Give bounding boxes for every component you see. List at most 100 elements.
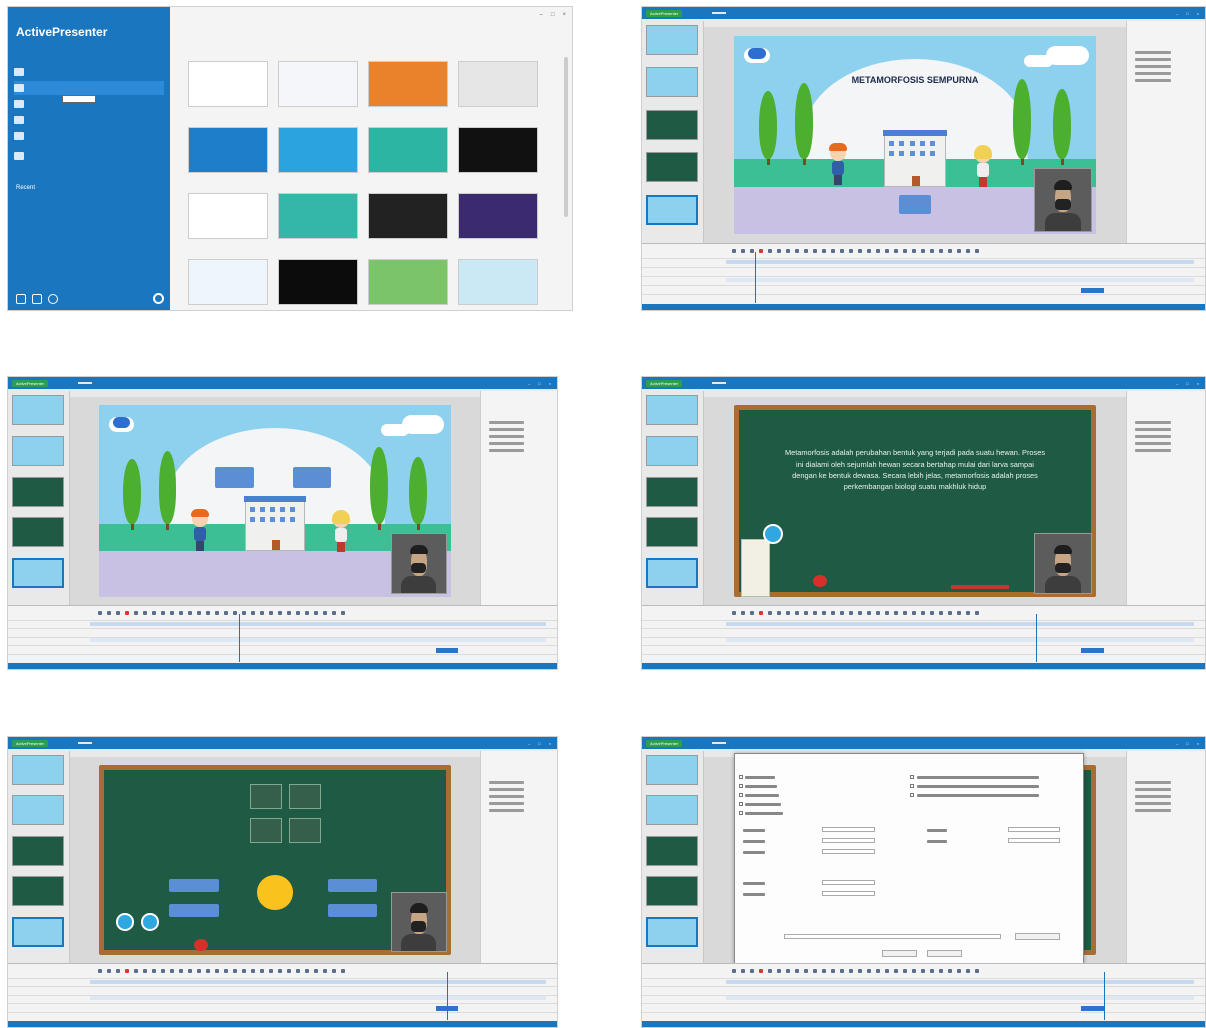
dialog-checkbox[interactable] <box>738 784 743 788</box>
ribbon-tab[interactable] <box>866 12 880 14</box>
property-item[interactable] <box>489 802 524 805</box>
dialog-select[interactable] <box>822 891 875 896</box>
timeline-tool-icon[interactable] <box>741 611 745 615</box>
timeline-tool-icon[interactable] <box>161 611 165 615</box>
dialog-checkbox[interactable] <box>738 775 743 779</box>
timeline-tool-icon[interactable] <box>314 969 318 973</box>
timeline-tool-icon[interactable] <box>777 611 781 615</box>
timeline-tool-icon[interactable] <box>822 969 826 973</box>
ribbon-tab[interactable] <box>144 742 158 744</box>
property-item[interactable] <box>489 421 524 424</box>
timeline-tool-icon[interactable] <box>206 969 210 973</box>
dialog-input[interactable] <box>1007 838 1061 843</box>
timeline-tool-icon[interactable] <box>885 249 889 253</box>
timeline-tool-icon[interactable] <box>849 249 853 253</box>
timeline-tool-icon[interactable] <box>921 611 925 615</box>
dialog-checkbox[interactable] <box>738 802 743 806</box>
slide-thumbnail[interactable] <box>12 916 64 947</box>
dialog-checkbox[interactable] <box>738 811 743 815</box>
timeline-tool-icon[interactable] <box>116 969 120 973</box>
timeline-tool-icon[interactable] <box>305 969 309 973</box>
ribbon-tab[interactable] <box>144 382 158 384</box>
timeline-tool-icon[interactable] <box>948 611 952 615</box>
ribbon-tab[interactable] <box>822 12 836 14</box>
timeline-tool-icon[interactable] <box>795 611 799 615</box>
property-item[interactable] <box>489 795 524 798</box>
timeline-tool-icon[interactable] <box>278 969 282 973</box>
template-card[interactable] <box>368 193 448 239</box>
property-item[interactable] <box>1135 802 1171 805</box>
timeline-tool-icon[interactable] <box>921 969 925 973</box>
timeline-tool-icon[interactable] <box>858 611 862 615</box>
ribbon-tab[interactable] <box>254 382 268 384</box>
template-card[interactable] <box>278 259 358 305</box>
menu-item-import-ppt[interactable] <box>14 129 164 143</box>
dialog-input[interactable] <box>822 849 875 854</box>
maximize-icon[interactable]: □ <box>551 12 555 18</box>
ribbon-tab[interactable] <box>800 742 814 744</box>
timeline-tool-icon[interactable] <box>215 969 219 973</box>
timeline-clip[interactable] <box>436 647 459 653</box>
timeline-tool-icon[interactable] <box>939 969 943 973</box>
timeline-tool-icon[interactable] <box>813 249 817 253</box>
maximize-icon[interactable]: □ <box>538 741 540 746</box>
answer-option-4[interactable] <box>327 903 378 917</box>
start-button[interactable] <box>898 194 931 215</box>
playhead[interactable] <box>238 614 240 662</box>
timeline-tool-icon[interactable] <box>777 249 781 253</box>
ribbon-tab[interactable] <box>712 12 727 14</box>
info-icon[interactable] <box>48 294 58 304</box>
timeline-tool-icon[interactable] <box>125 969 129 973</box>
timeline-tool-icon[interactable] <box>305 611 309 615</box>
ribbon-tab[interactable] <box>778 742 792 744</box>
ribbon-tab[interactable] <box>100 742 114 744</box>
property-item[interactable] <box>1135 79 1171 82</box>
slide-thumbnail[interactable] <box>646 25 698 55</box>
timeline-tool-icon[interactable] <box>903 611 907 615</box>
timeline-tool-icon[interactable] <box>188 969 192 973</box>
folder-icon[interactable] <box>16 294 26 304</box>
timeline-tool-icon[interactable] <box>867 969 871 973</box>
template-card[interactable] <box>458 127 538 173</box>
ribbon-tab[interactable] <box>734 742 748 744</box>
timeline-tool-icon[interactable] <box>233 611 237 615</box>
slide-thumbnail[interactable] <box>12 476 64 507</box>
property-item[interactable] <box>1135 449 1171 452</box>
property-item[interactable] <box>1135 442 1171 445</box>
ribbon-tab[interactable] <box>122 382 136 384</box>
timeline-tool-icon[interactable] <box>867 249 871 253</box>
share-icon[interactable] <box>32 294 42 304</box>
timeline-tool-icon[interactable] <box>930 611 934 615</box>
app-button[interactable]: ActivePresenter <box>646 9 683 17</box>
timeline-tool-icon[interactable] <box>912 969 916 973</box>
ribbon-tab[interactable] <box>56 382 70 384</box>
maximize-icon[interactable]: □ <box>1186 381 1188 386</box>
timeline-tool-icon[interactable] <box>750 969 754 973</box>
slide-thumbnail[interactable] <box>12 795 64 826</box>
ribbon-tab[interactable] <box>822 382 836 384</box>
dialog-checkbox[interactable] <box>909 784 914 788</box>
timeline-tool-icon[interactable] <box>867 611 871 615</box>
home-button-icon[interactable] <box>116 913 134 931</box>
playhead[interactable] <box>1103 972 1105 1020</box>
answer-option-2[interactable] <box>169 903 219 917</box>
ribbon-tab[interactable] <box>690 12 704 14</box>
slide-thumbnail[interactable] <box>646 194 698 225</box>
ribbon-tab[interactable] <box>232 742 246 744</box>
menu-item-open[interactable] <box>14 149 164 163</box>
timeline-tool-icon[interactable] <box>143 969 147 973</box>
slide-thumbnail[interactable] <box>646 109 698 140</box>
property-item[interactable] <box>1135 795 1171 798</box>
timeline-tool-icon[interactable] <box>161 969 165 973</box>
timeline-tool-icon[interactable] <box>948 249 952 253</box>
slide-thumbnail[interactable] <box>12 517 64 548</box>
ribbon-tab[interactable] <box>690 382 704 384</box>
property-item[interactable] <box>1135 788 1171 791</box>
timeline-tool-icon[interactable] <box>804 969 808 973</box>
timeline-tool-icon[interactable] <box>759 969 763 973</box>
timeline-tool-icon[interactable] <box>840 249 844 253</box>
timeline-tool-icon[interactable] <box>215 611 219 615</box>
timeline-tool-icon[interactable] <box>206 611 210 615</box>
ribbon-tab[interactable] <box>844 742 858 744</box>
timeline-tool-icon[interactable] <box>98 969 102 973</box>
